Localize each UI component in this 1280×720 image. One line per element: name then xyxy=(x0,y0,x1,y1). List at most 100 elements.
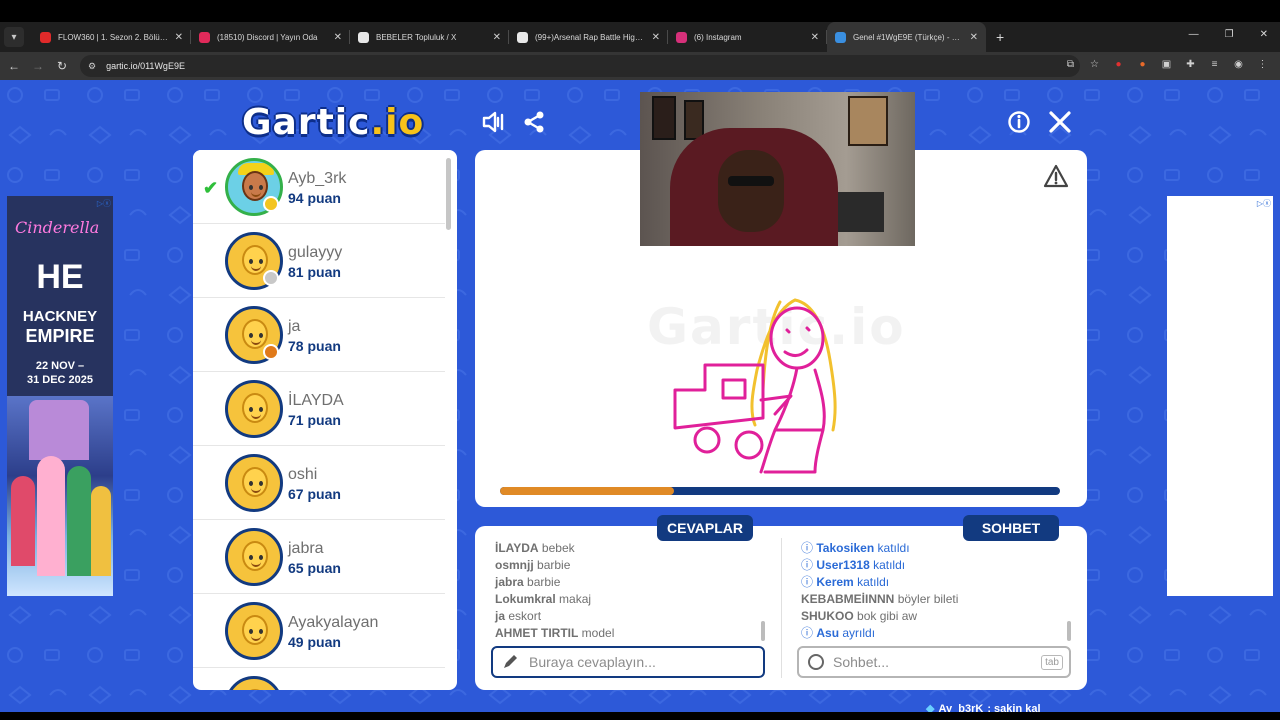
ad-brand-logo: HE xyxy=(36,258,84,296)
avatar xyxy=(225,380,283,438)
player-row[interactable]: ✔ Ayb_3rk 94 puan xyxy=(193,150,445,224)
player-row[interactable]: İLAYDA 71 puan xyxy=(193,372,445,446)
chat-item: SHUKOO bok gibi aw xyxy=(801,608,958,625)
ad-choices-icon[interactable]: ▷ⓧ xyxy=(1257,198,1271,209)
gartic-page: ▷ⓧ Cinderella HE HACKNEY EMPIRE 22 NOV –… xyxy=(0,80,1280,712)
tab-favicon-icon xyxy=(676,31,687,43)
chat-input-box[interactable]: Sohbet... tab xyxy=(797,646,1071,678)
info-circle-icon: ⓘ xyxy=(801,541,814,555)
site-info-icon[interactable]: ⚙ xyxy=(88,61,96,72)
advertisement-left[interactable]: ▷ⓧ Cinderella HE HACKNEY EMPIRE 22 NOV –… xyxy=(7,196,113,596)
player-row[interactable]: gulayyy 81 puan xyxy=(193,224,445,298)
new-tab-button[interactable]: + xyxy=(996,29,1004,45)
player-row[interactable]: Ayakyalayan 49 puan xyxy=(193,594,445,668)
tab-key-hint: tab xyxy=(1041,655,1063,670)
tab-title: FLOW360 | 1. Sezon 2. Bölüm - xyxy=(58,32,169,42)
player-name: ja xyxy=(288,318,301,335)
answer-text: model xyxy=(581,626,615,640)
puzzle-icon[interactable]: ✚ xyxy=(1183,57,1198,72)
close-window-icon[interactable]: ✕ xyxy=(1260,29,1268,40)
streamer-webcam xyxy=(640,92,915,246)
menu-icon[interactable]: ⋮ xyxy=(1255,57,1270,72)
logo-suffix: .io xyxy=(370,102,425,143)
player-name: jabra xyxy=(288,540,324,557)
answer-item: osmnjj barbie xyxy=(495,557,614,574)
tab-close-icon[interactable]: ✕ xyxy=(175,32,183,43)
avatar xyxy=(225,602,283,660)
chat-scrollbar[interactable] xyxy=(1067,621,1071,641)
player-row[interactable]: oshi 67 puan xyxy=(193,446,445,520)
footer-text: : sakin kal xyxy=(987,702,1041,713)
tab-favicon-icon xyxy=(40,31,51,43)
report-warning-icon[interactable] xyxy=(1043,164,1069,188)
profile-avatar[interactable]: ◉ xyxy=(1231,57,1246,72)
tab-close-icon[interactable]: ✕ xyxy=(652,32,660,43)
extension-red-icon[interactable]: ● xyxy=(1111,57,1126,72)
tab-close-icon[interactable]: ✕ xyxy=(970,32,978,43)
reload-icon[interactable]: ↻ xyxy=(50,59,74,73)
chat-input[interactable]: Sohbet... xyxy=(833,654,889,670)
answer-input-box[interactable]: Buraya cevaplayın... xyxy=(491,646,765,678)
answer-text: barbie xyxy=(527,575,561,589)
close-game-icon[interactable] xyxy=(1048,110,1072,134)
player-list-scrollbar[interactable] xyxy=(446,158,451,230)
player-status-dot xyxy=(263,344,279,360)
browser-tab[interactable]: FLOW360 | 1. Sezon 2. Bölüm - ✕ xyxy=(32,22,191,52)
forward-icon[interactable]: → xyxy=(26,59,50,73)
browser-tab[interactable]: (6) Instagram ✕ xyxy=(668,22,827,52)
media-icon[interactable]: ≡ xyxy=(1207,57,1222,72)
player-row-partial[interactable] xyxy=(193,668,445,690)
browser-tab[interactable]: BEBELER Topluluk / X ✕ xyxy=(350,22,509,52)
browser-tab[interactable]: (18510) Discord | Yayın Oda ✕ xyxy=(191,22,350,52)
share-icon[interactable] xyxy=(523,110,545,134)
player-list: ✔ Ayb_3rk 94 puan gulayyy 81 puan ja 78 puan İL… xyxy=(193,150,457,690)
answer-user: jabra xyxy=(495,575,524,589)
avatar xyxy=(225,676,283,690)
tab-title: Genel #1WgE9E (Türkçe) - Gartic xyxy=(853,32,964,42)
browser-tab[interactable]: Genel #1WgE9E (Türkçe) - Gartic ✕ xyxy=(827,22,986,52)
extension-icon[interactable]: ▣ xyxy=(1159,57,1174,72)
ad-artwork xyxy=(7,396,113,596)
minimize-icon[interactable]: — xyxy=(1189,29,1199,40)
answer-item: Lokumkral makaj xyxy=(495,591,614,608)
tab-close-icon[interactable]: ✕ xyxy=(811,32,819,43)
tab-close-icon[interactable]: ✕ xyxy=(334,32,342,43)
player-score: 94 puan xyxy=(288,190,341,206)
chat-text: böyler bileti xyxy=(897,592,959,606)
gartic-logo[interactable]: Gartic.io xyxy=(242,102,424,143)
player-name: Ayakyalayan xyxy=(288,614,379,631)
chat-text: katıldı xyxy=(873,558,906,572)
tab-close-icon[interactable]: ✕ xyxy=(493,32,501,43)
tab-search-button[interactable]: ▾ xyxy=(4,27,24,47)
tab-favicon-icon xyxy=(517,31,528,43)
player-name: gulayyy xyxy=(288,244,343,261)
back-icon[interactable]: ← xyxy=(2,59,26,73)
bottom-strip xyxy=(0,712,1280,720)
bookmark-star-icon[interactable]: ☆ xyxy=(1087,57,1102,72)
answer-input[interactable]: Buraya cevaplayın... xyxy=(529,654,656,670)
address-bar[interactable]: ⚙ gartic.io/011WgE9E xyxy=(80,55,1080,77)
ad-choices-icon[interactable]: ▷ⓧ xyxy=(97,198,111,209)
extension-orange-icon[interactable]: ● xyxy=(1135,57,1150,72)
restore-icon[interactable]: ❐ xyxy=(1225,29,1234,40)
chat-item: ⓘ User1318 katıldı xyxy=(801,557,958,574)
install-app-icon[interactable]: ⧉ xyxy=(1063,57,1078,72)
chat-list: ⓘ Takosiken katıldı ⓘ User1318 katıldı ⓘ K… xyxy=(801,540,958,642)
player-row[interactable]: jabra 65 puan xyxy=(193,520,445,594)
info-circle-icon: ⓘ xyxy=(801,558,814,572)
answer-user: İLAYDA xyxy=(495,541,539,555)
player-row[interactable]: ja 78 puan xyxy=(193,298,445,372)
chat-tab[interactable]: SOHBET xyxy=(963,515,1059,541)
tab-favicon-icon xyxy=(199,31,210,43)
footer-user: Ay_b3rK xyxy=(938,702,984,713)
answers-scrollbar[interactable] xyxy=(761,621,765,641)
chat-user: SHUKOO xyxy=(801,609,854,623)
advertisement-right[interactable]: ▷ⓧ xyxy=(1167,196,1273,596)
window-controls: — ❐ ✕ xyxy=(1189,29,1268,40)
answer-item: ja eskort xyxy=(495,608,614,625)
turn-timer-bar xyxy=(500,487,1060,495)
browser-tab[interactable]: (99+)Arsenal Rap Battle Highlig ✕ xyxy=(509,22,668,52)
sound-icon[interactable] xyxy=(481,110,507,134)
answers-tab[interactable]: CEVAPLAR xyxy=(657,515,753,541)
info-icon[interactable] xyxy=(1007,110,1031,134)
